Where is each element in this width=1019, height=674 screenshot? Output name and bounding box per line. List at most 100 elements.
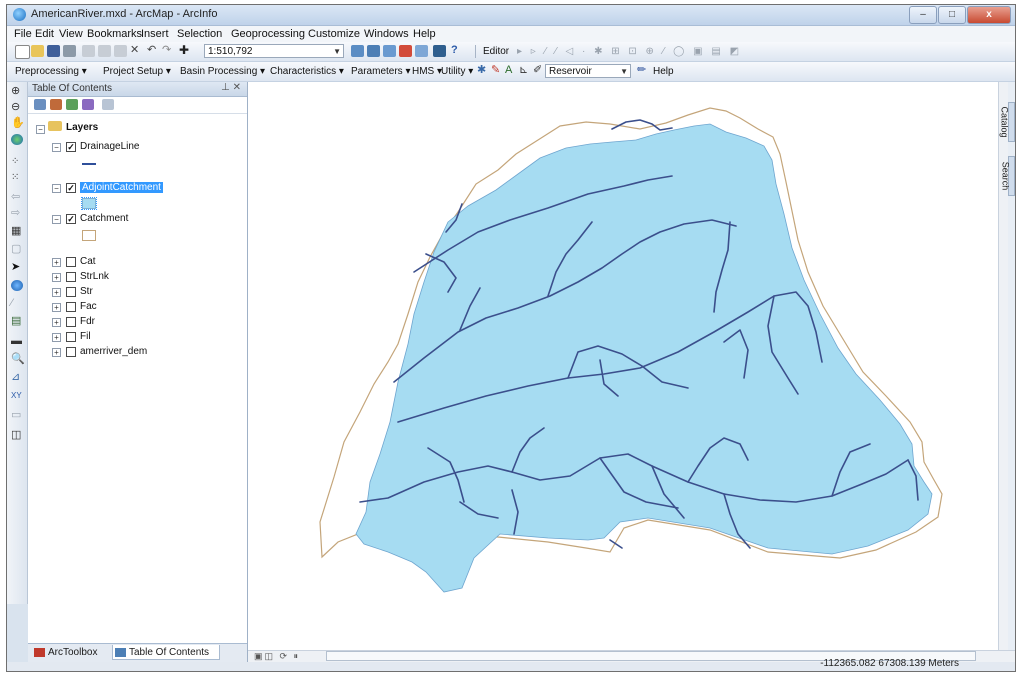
layer-visibility-checkbox[interactable] — [66, 332, 76, 342]
list-by-visibility-icon[interactable] — [66, 99, 78, 110]
layers-root-label[interactable]: Layers — [66, 122, 98, 133]
layer-visibility-checkbox[interactable] — [66, 287, 76, 297]
search-side-tab[interactable]: Search — [1000, 156, 1015, 196]
tab-table-of-contents[interactable]: Table Of Contents — [112, 645, 220, 660]
identify-icon[interactable] — [11, 280, 23, 291]
layer-visibility-checkbox[interactable] — [66, 317, 76, 327]
expand-icon[interactable]: + — [52, 303, 61, 312]
zoom-in-icon[interactable]: ⊕ — [11, 86, 23, 97]
tab-arctoolbox[interactable]: ArcToolbox — [32, 645, 110, 660]
catchment-symbol[interactable] — [82, 230, 96, 241]
layer-strlnk-label[interactable]: StrLnk — [80, 271, 109, 282]
menu-customize[interactable]: Customize — [308, 28, 360, 40]
minimize-button[interactable]: – — [909, 6, 937, 24]
menu-insert[interactable]: Insert — [141, 28, 169, 40]
expand-collapse-icon[interactable]: − — [36, 125, 45, 134]
new-document-icon[interactable] — [15, 45, 30, 59]
adjoint-catchment-symbol[interactable] — [81, 197, 97, 210]
expand-icon[interactable]: + — [52, 348, 61, 357]
drainage-line-symbol[interactable] — [82, 163, 96, 165]
hyperlink-icon[interactable]: ⁄ — [11, 298, 23, 309]
layout-view-buttons[interactable]: ▣◫ ⟳ ⏸ — [254, 651, 300, 662]
layer-cat-label[interactable]: Cat — [80, 256, 96, 267]
maximize-button[interactable]: □ — [938, 6, 966, 24]
network-tool-icon[interactable]: ✱ — [477, 65, 490, 77]
paste-icon[interactable] — [114, 45, 127, 57]
layer-select-combo[interactable]: Reservoir ▼ — [545, 64, 631, 78]
redo-icon[interactable]: ↷ — [162, 45, 175, 57]
editor-menu[interactable]: Editor — [483, 46, 509, 57]
menu-file[interactable]: File — [14, 28, 32, 40]
find-route-icon[interactable]: ⊿ — [11, 372, 23, 383]
table-of-contents-icon[interactable] — [367, 45, 380, 57]
undo-icon[interactable]: ↶ — [147, 45, 160, 57]
expand-icon[interactable]: + — [52, 258, 61, 267]
menu-hms[interactable]: HMS ▾ — [412, 66, 442, 77]
menu-characteristics[interactable]: Characteristics ▾ — [270, 66, 344, 77]
python-window-icon[interactable] — [415, 45, 428, 57]
menu-selection[interactable]: Selection — [177, 28, 222, 40]
layer-adjointcatchment-label[interactable]: AdjointCatchment — [80, 182, 163, 193]
menu-parameters[interactable]: Parameters ▾ — [351, 66, 411, 77]
pin-close-icon[interactable]: ⊥ ✕ — [221, 82, 241, 93]
clear-selection-icon[interactable]: ▢ — [11, 244, 23, 255]
menu-edit[interactable]: Edit — [35, 28, 54, 40]
expand-collapse-icon[interactable]: − — [52, 143, 61, 152]
layer-visibility-checkbox[interactable]: ✓ — [66, 214, 76, 224]
menu-help[interactable]: Help — [413, 28, 436, 40]
add-data-icon[interactable]: ✚ — [179, 44, 192, 57]
time-slider-icon[interactable]: ▭ — [11, 410, 23, 421]
label-tool-icon[interactable]: A — [505, 65, 518, 77]
model-builder-icon[interactable] — [433, 45, 446, 57]
list-by-source-icon[interactable] — [50, 99, 62, 110]
layer-visibility-checkbox[interactable] — [66, 257, 76, 267]
expand-collapse-icon[interactable]: − — [52, 184, 61, 193]
layer-str-label[interactable]: Str — [80, 286, 93, 297]
menu-basin-processing[interactable]: Basin Processing ▾ — [180, 66, 265, 77]
forward-extent-icon[interactable]: ⇨ — [11, 208, 23, 219]
menu-view[interactable]: View — [59, 28, 83, 40]
point-tool-icon[interactable]: ✎ — [491, 65, 504, 77]
list-by-drawing-order-icon[interactable] — [34, 99, 46, 110]
cut-icon[interactable] — [82, 45, 95, 57]
editor-toolbar-icon[interactable] — [351, 45, 364, 57]
toc-options-icon[interactable] — [102, 99, 114, 110]
arctoolbox-icon[interactable] — [399, 45, 412, 57]
find-icon[interactable]: 🔍 — [11, 354, 25, 365]
menu-utility[interactable]: Utility ▾ — [441, 66, 473, 77]
fixed-zoom-out-icon[interactable]: ⁙ — [11, 172, 23, 183]
profile-tool-icon[interactable]: ⊾ — [519, 65, 532, 77]
expand-icon[interactable]: + — [52, 273, 61, 282]
close-button[interactable]: x — [967, 6, 1011, 24]
whats-this-icon[interactable]: ? — [451, 45, 464, 57]
edit-pencil-icon[interactable]: ✏ — [637, 65, 650, 77]
measure-icon[interactable]: ▬ — [11, 336, 23, 347]
expand-icon[interactable]: + — [52, 288, 61, 297]
select-features-icon[interactable]: ▦ — [11, 226, 23, 237]
zoom-out-icon[interactable]: ⊖ — [11, 102, 23, 113]
menu-project-setup[interactable]: Project Setup ▾ — [103, 66, 171, 77]
map-display[interactable] — [248, 82, 998, 650]
delete-icon[interactable]: ✕ — [130, 45, 143, 57]
select-elements-icon[interactable]: ➤ — [11, 262, 23, 273]
layer-fil-label[interactable]: Fil — [80, 331, 91, 342]
open-folder-icon[interactable] — [31, 45, 44, 57]
html-popup-icon[interactable]: ▤ — [11, 316, 23, 327]
print-icon[interactable] — [63, 45, 76, 57]
layer-visibility-checkbox[interactable] — [66, 302, 76, 312]
layer-visibility-checkbox[interactable]: ✓ — [66, 183, 76, 193]
expand-icon[interactable]: + — [52, 333, 61, 342]
copy-icon[interactable] — [98, 45, 111, 57]
layer-amerriver-dem-label[interactable]: amerriver_dem — [80, 346, 147, 357]
layer-visibility-checkbox[interactable] — [66, 272, 76, 282]
map-scale-combo[interactable]: 1:510,792 ▼ — [204, 44, 344, 58]
layer-drainageline-label[interactable]: DrainageLine — [80, 141, 140, 152]
layer-visibility-checkbox[interactable] — [66, 347, 76, 357]
menu-geoprocessing[interactable]: Geoprocessing — [231, 28, 305, 40]
create-viewer-icon[interactable]: ◫ — [11, 430, 23, 441]
catalog-window-icon[interactable] — [383, 45, 396, 57]
pan-icon[interactable]: ✋ — [11, 118, 25, 129]
expand-collapse-icon[interactable]: − — [52, 215, 61, 224]
menu-bookmarks[interactable]: Bookmarks — [87, 28, 142, 40]
expand-icon[interactable]: + — [52, 318, 61, 327]
